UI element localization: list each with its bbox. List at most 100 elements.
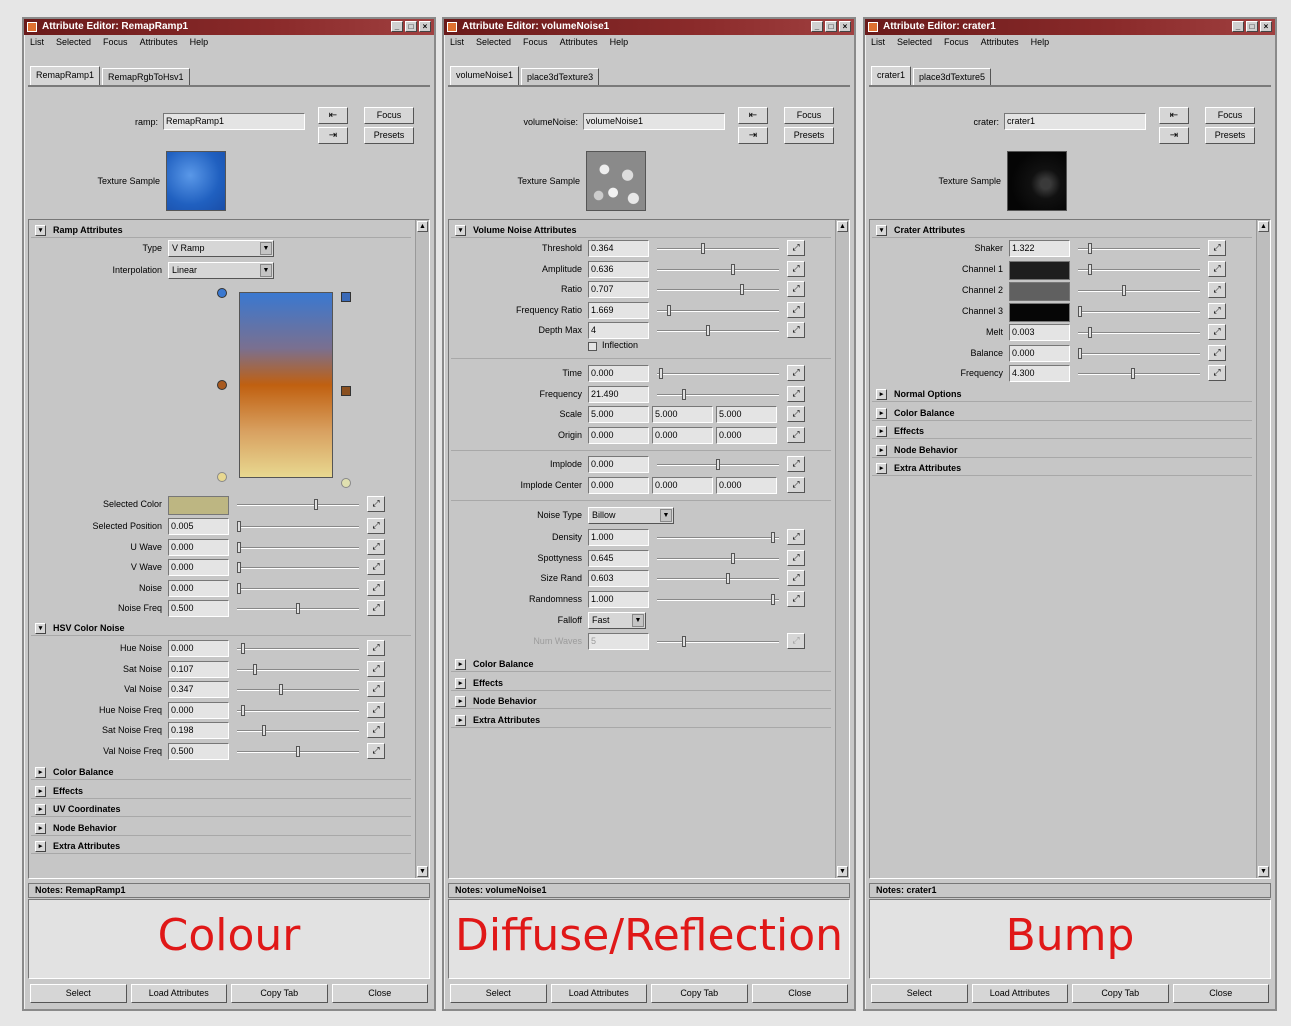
- interpolation-dropdown[interactable]: Linear ▼: [168, 262, 274, 279]
- menu-focus[interactable]: Focus: [523, 35, 548, 50]
- close-button[interactable]: Close: [331, 984, 428, 1003]
- implode-center-y-input[interactable]: 0.000: [652, 477, 713, 494]
- menu-selected[interactable]: Selected: [56, 35, 91, 50]
- type-dropdown[interactable]: V Ramp ▼: [168, 240, 274, 257]
- map-button-icon[interactable]: ⤢: [787, 260, 805, 277]
- collapse-arrow-icon[interactable]: ▾: [35, 623, 46, 634]
- collapsed-section-header[interactable]: ▸ Color Balance: [451, 656, 831, 672]
- close-window-button[interactable]: ×: [419, 21, 431, 32]
- attribute-value-input[interactable]: 0.000: [588, 365, 649, 382]
- focus-button[interactable]: Focus: [784, 107, 834, 124]
- attribute-slider[interactable]: [237, 562, 359, 573]
- attribute-slider[interactable]: [657, 388, 779, 400]
- vertical-scrollbar[interactable]: ▲ ▼: [415, 220, 429, 878]
- scroll-down-icon[interactable]: ▼: [417, 866, 428, 877]
- map-button-icon[interactable]: ⤢: [787, 456, 805, 472]
- attribute-value-input[interactable]: 0.005: [168, 518, 229, 535]
- map-button-icon[interactable]: ⤢: [367, 518, 385, 534]
- slider-thumb[interactable]: [716, 459, 720, 470]
- ramp-color-entry-handle[interactable]: [217, 380, 227, 390]
- attribute-value-input[interactable]: 0.603: [588, 570, 649, 587]
- implode-input[interactable]: 0.000: [588, 456, 649, 473]
- section-ramp-attributes[interactable]: ▾ Ramp Attributes: [31, 222, 411, 238]
- vertical-scrollbar[interactable]: ▲ ▼: [1256, 220, 1270, 878]
- collapsed-section-header[interactable]: ▸ Extra Attributes: [31, 838, 411, 854]
- ramp-gradient[interactable]: [239, 292, 333, 478]
- shaker-slider[interactable]: [1078, 243, 1200, 254]
- expand-arrow-icon[interactable]: ▸: [35, 841, 46, 852]
- channel-3-swatch[interactable]: [1009, 303, 1070, 322]
- map-button-icon[interactable]: ⤢: [787, 406, 805, 422]
- attribute-slider[interactable]: [657, 263, 779, 275]
- node-name-input[interactable]: volumeNoise1: [583, 113, 725, 130]
- slider-thumb[interactable]: [701, 243, 706, 254]
- close-button[interactable]: Close: [751, 984, 848, 1003]
- section-crater-attributes[interactable]: ▾ Crater Attributes: [872, 222, 1252, 238]
- map-button-icon[interactable]: ⤢: [367, 640, 385, 656]
- menu-focus[interactable]: Focus: [944, 35, 969, 50]
- noise-type-dropdown[interactable]: Billow ▼: [588, 507, 674, 524]
- section-hsv-color-noise[interactable]: ▾ HSV Color Noise: [31, 620, 411, 636]
- map-button-icon[interactable]: ⤢: [367, 660, 385, 677]
- menu-attributes[interactable]: Attributes: [140, 35, 178, 50]
- attribute-value-input[interactable]: 0.000: [168, 640, 229, 657]
- notes-field[interactable]: Diffuse/Reflection: [448, 899, 850, 979]
- collapsed-section-header[interactable]: ▸ Node Behavior: [451, 693, 831, 709]
- map-button-icon[interactable]: ⤢: [367, 681, 385, 697]
- collapsed-section-header[interactable]: ▸ Effects: [872, 423, 1252, 439]
- slider-thumb[interactable]: [314, 499, 319, 510]
- attribute-value-input[interactable]: 0.000: [168, 538, 229, 556]
- collapse-arrow-icon[interactable]: ▾: [455, 225, 466, 236]
- origin-y-input[interactable]: 0.000: [652, 427, 713, 444]
- map-button-icon[interactable]: ⤢: [787, 365, 805, 381]
- attribute-slider[interactable]: [237, 603, 359, 614]
- menu-help[interactable]: Help: [190, 35, 209, 50]
- slider-thumb[interactable]: [706, 325, 711, 336]
- channel-2-slider[interactable]: [1078, 285, 1200, 296]
- map-button-icon[interactable]: ⤢: [787, 590, 805, 607]
- maximize-button[interactable]: □: [1246, 21, 1258, 32]
- attribute-slider[interactable]: [657, 573, 779, 584]
- texture-sample-swatch[interactable]: [586, 151, 646, 211]
- implode-center-x-input[interactable]: 0.000: [588, 477, 649, 494]
- attribute-slider[interactable]: [657, 243, 779, 254]
- slider-thumb[interactable]: [253, 663, 258, 675]
- slider-thumb[interactable]: [1130, 368, 1135, 379]
- map-button-icon[interactable]: ⤢: [787, 549, 805, 566]
- expand-arrow-icon[interactable]: ▸: [35, 804, 46, 815]
- load-attributes-button[interactable]: Load Attributes: [130, 984, 227, 1003]
- maximize-button[interactable]: □: [405, 21, 417, 32]
- expand-arrow-icon[interactable]: ▸: [35, 785, 46, 797]
- scroll-up-icon[interactable]: ▲: [1258, 221, 1269, 232]
- node-name-input[interactable]: crater1: [1004, 113, 1146, 130]
- attribute-value-input[interactable]: 1.000: [588, 590, 649, 608]
- map-button-icon[interactable]: ⤢: [1208, 240, 1226, 256]
- slider-thumb[interactable]: [667, 304, 672, 316]
- expand-arrow-icon[interactable]: ▸: [35, 822, 46, 834]
- attribute-value-input[interactable]: 0.000: [1009, 344, 1070, 362]
- select-button[interactable]: Select: [871, 984, 968, 1003]
- attribute-slider[interactable]: [237, 704, 359, 716]
- expand-arrow-icon[interactable]: ▸: [455, 677, 466, 689]
- attribute-value-input[interactable]: 0.000: [168, 579, 229, 597]
- attribute-value-input[interactable]: 4: [588, 322, 649, 339]
- select-button[interactable]: Select: [450, 984, 547, 1003]
- menu-attributes[interactable]: Attributes: [981, 35, 1019, 50]
- input-connection-icon[interactable]: ⇤: [1159, 107, 1189, 124]
- slider-thumb[interactable]: [1078, 347, 1083, 359]
- slider-thumb[interactable]: [1088, 264, 1093, 275]
- collapsed-section-header[interactable]: ▸ Node Behavior: [31, 820, 411, 836]
- map-button-icon[interactable]: ⤢: [367, 496, 385, 512]
- presets-button[interactable]: Presets: [784, 127, 834, 144]
- slider-thumb[interactable]: [1088, 243, 1093, 254]
- presets-button[interactable]: Presets: [1205, 127, 1255, 144]
- focus-button[interactable]: Focus: [1205, 107, 1255, 124]
- implode-slider[interactable]: [657, 459, 779, 470]
- title-bar[interactable]: Attribute Editor: crater1 _ □ ×: [865, 19, 1275, 35]
- scale-y-input[interactable]: 5.000: [652, 406, 713, 423]
- attribute-slider[interactable]: [657, 552, 779, 564]
- collapsed-section-header[interactable]: ▸ Extra Attributes: [451, 712, 831, 728]
- expand-arrow-icon[interactable]: ▸: [876, 389, 887, 400]
- collapse-arrow-icon[interactable]: ▾: [35, 225, 46, 236]
- channel-1-swatch[interactable]: [1009, 261, 1070, 280]
